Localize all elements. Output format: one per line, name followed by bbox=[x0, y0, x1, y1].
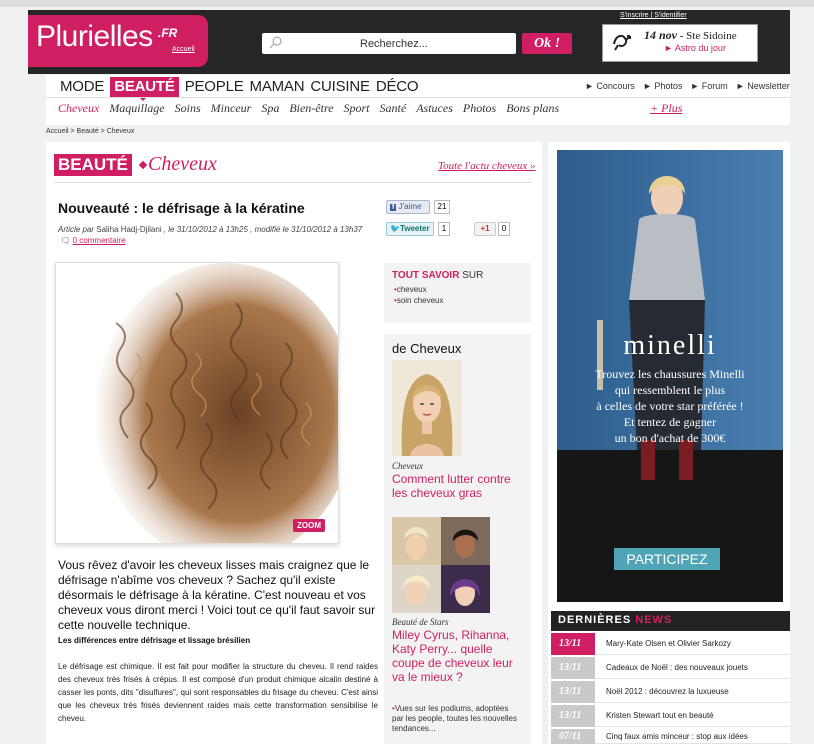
logo-fr: .FR bbox=[158, 26, 178, 40]
google-plus-button[interactable]: +1 bbox=[474, 222, 496, 236]
subnav-bien-etre[interactable]: Bien-être bbox=[289, 101, 333, 116]
tout-savoir-list: cheveux soin cheveux bbox=[394, 284, 444, 306]
zoom-button[interactable]: ZOOM bbox=[293, 519, 325, 532]
nav-cuisine[interactable]: CUISINE bbox=[310, 77, 375, 97]
sub-nav: Cheveux Maquillage Soins Minceur Spa Bie… bbox=[58, 101, 569, 116]
news-link[interactable]: Mary-Kate Olsen et Olivier Sarkozy bbox=[606, 633, 731, 655]
subnav-bons-plans[interactable]: Bons plans bbox=[506, 101, 559, 116]
main-nav: MODE BEAUTÉ PEOPLE MAMAN CUISINE DÉCO bbox=[60, 77, 424, 97]
tag-link-cheveux[interactable]: cheveux bbox=[394, 284, 444, 295]
article-title: Nouveauté : le défrisage à la kératine bbox=[58, 200, 305, 216]
article-byline: Article par Saliha Hadj-Djilani , le 31/… bbox=[58, 225, 363, 245]
article-body: Le défrisage est chimique. Il est fait p… bbox=[58, 662, 378, 723]
facebook-like-button[interactable]: f J'aime bbox=[386, 200, 430, 214]
astro-date: 14 nov - Ste Sidoine bbox=[644, 28, 737, 42]
news-date: 13/11 bbox=[551, 681, 595, 703]
all-news-link[interactable]: Toute l'actu cheveux » bbox=[438, 160, 536, 172]
comment-icon: 🗨 bbox=[58, 236, 71, 245]
facebook-count: 21 bbox=[434, 200, 450, 214]
photos-link[interactable]: ► Photos bbox=[643, 81, 682, 91]
news-date: 13/11 bbox=[551, 657, 595, 679]
news-link[interactable]: Kristen Stewart tout en beauté bbox=[606, 705, 714, 727]
util-links: ► Concours ► Photos ► Forum ► Newsletter bbox=[585, 81, 790, 91]
subnav-sport[interactable]: Sport bbox=[344, 101, 370, 116]
news-date: 13/11 bbox=[551, 633, 595, 655]
subnav-sante[interactable]: Santé bbox=[380, 101, 407, 116]
google-plus-count: 0 bbox=[498, 222, 510, 236]
scorpio-icon bbox=[613, 34, 631, 51]
news-link[interactable]: Cadeaux de Noël : des nouveaux jouets bbox=[606, 657, 748, 679]
subnav-soins[interactable]: Soins bbox=[175, 101, 201, 116]
related-category-2: Beauté de Stars bbox=[392, 617, 449, 627]
category-title[interactable]: Cheveux bbox=[148, 153, 217, 176]
subnav-cheveux[interactable]: Cheveux bbox=[58, 101, 99, 116]
subnav-spa[interactable]: Spa bbox=[261, 101, 279, 116]
search-icon bbox=[269, 36, 282, 49]
related-link-2[interactable]: Miley Cyrus, Rihanna, Katy Perry... quel… bbox=[392, 628, 524, 684]
tag-link-soin-cheveux[interactable]: soin cheveux bbox=[394, 295, 444, 306]
related-bullet[interactable]: Vues sur les podiums, adoptées par les p… bbox=[392, 704, 522, 734]
news-title: DERNIÈRES NEWS bbox=[558, 614, 673, 626]
related-link-1[interactable]: Comment lutter contre les cheveux gras bbox=[392, 472, 522, 500]
tout-savoir-title: TOUT SAVOIR SUR bbox=[392, 270, 484, 281]
related-thumbnail-1[interactable] bbox=[392, 360, 462, 456]
logo-text[interactable]: Plurielles bbox=[36, 20, 153, 54]
search-placeholder: Recherchez... bbox=[360, 38, 428, 50]
top-strip bbox=[0, 0, 814, 7]
nav-beaute[interactable]: BEAUTÉ bbox=[110, 77, 179, 97]
nav-divider bbox=[46, 97, 790, 98]
nav-maman[interactable]: MAMAN bbox=[250, 77, 311, 97]
participez-button[interactable]: PARTICIPEZ bbox=[614, 548, 720, 570]
concours-link[interactable]: ► Concours bbox=[585, 81, 635, 91]
search-button[interactable]: Ok ! bbox=[522, 33, 572, 54]
author-name[interactable]: Saliha Hadj-Djilani bbox=[96, 225, 161, 234]
subnav-minceur[interactable]: Minceur bbox=[211, 101, 252, 116]
related-title: de Cheveux bbox=[392, 341, 462, 356]
newsletter-link[interactable]: ► Newsletter bbox=[736, 81, 790, 91]
section-divider bbox=[54, 182, 532, 183]
login-links[interactable]: S'inscrire | S'identifier bbox=[620, 12, 687, 19]
subnav-maquillage[interactable]: Maquillage bbox=[109, 101, 164, 116]
nav-people[interactable]: PEOPLE bbox=[185, 77, 250, 97]
nav-mode[interactable]: MODE bbox=[60, 77, 110, 97]
article-photo[interactable] bbox=[55, 262, 339, 544]
article-intro: Vous rêvez d'avoir les cheveux lisses ma… bbox=[58, 558, 376, 632]
breadcrumb[interactable]: Accueil > Beauté > Cheveux bbox=[46, 128, 134, 135]
tweet-count: 1 bbox=[438, 222, 450, 236]
forum-link[interactable]: ► Forum bbox=[690, 81, 727, 91]
related-thumbnail-2[interactable] bbox=[392, 517, 490, 613]
subnav-plus[interactable]: + Plus bbox=[650, 101, 682, 116]
news-link[interactable]: Cinq faux amis minceur : stop aux idées bbox=[606, 729, 748, 744]
section-tag[interactable]: BEAUTÉ bbox=[54, 154, 132, 176]
nav-deco[interactable]: DÉCO bbox=[376, 77, 425, 97]
news-date: 07/11 bbox=[551, 729, 595, 744]
subnav-astuces[interactable]: Astuces bbox=[416, 101, 453, 116]
related-category-1: Cheveux bbox=[392, 461, 423, 471]
tweet-button[interactable]: 🐦Tweeter bbox=[386, 222, 434, 236]
home-link[interactable]: Accueil bbox=[172, 46, 195, 53]
news-link[interactable]: Noël 2012 : découvrez la luxueuse bbox=[606, 681, 729, 703]
ad-text: Trouvez les chaussures Minelli qui resse… bbox=[595, 367, 745, 445]
news-date: 13/11 bbox=[551, 705, 595, 727]
astro-link[interactable]: ► Astro du jour bbox=[664, 43, 726, 53]
ad-brand: minelli bbox=[623, 330, 717, 361]
article-subhead: Les différences entre défrisage et lissa… bbox=[58, 636, 251, 645]
comment-link[interactable]: 0 commentaire bbox=[73, 236, 126, 245]
subnav-photos[interactable]: Photos bbox=[463, 101, 496, 116]
